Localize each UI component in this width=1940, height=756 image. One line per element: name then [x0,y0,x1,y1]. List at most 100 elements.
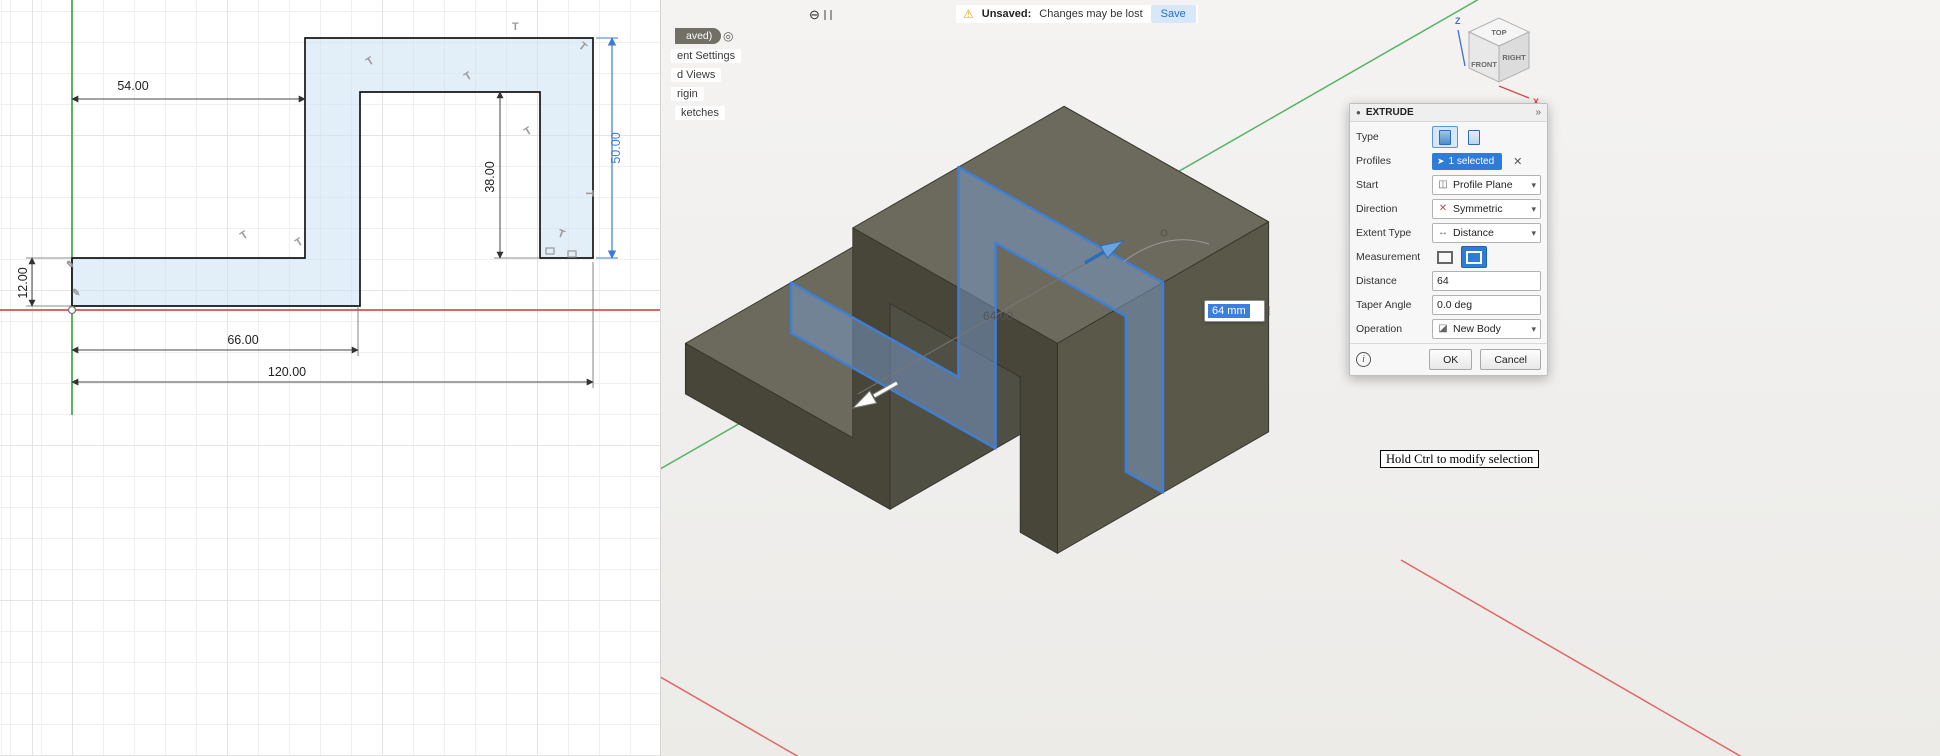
profiles-selected-chip[interactable]: ➤ 1 selected [1432,153,1502,170]
extrude-dialog-header[interactable]: ● EXTRUDE » [1350,104,1547,122]
sketch-edit-icon[interactable]: ✎ [66,260,74,271]
row-extent-type: Extent Type ↔ Distance ▾ [1356,221,1541,245]
sketch-edit-icon[interactable]: ✎ [72,288,80,299]
extrude-distance-label[interactable]: 64.00 [983,309,1013,323]
type-thin-extrude-button[interactable] [1461,126,1487,148]
dimension-label[interactable]: 38.00 [483,161,497,192]
chevron-down-icon: ▾ [1531,325,1536,334]
warning-message: Changes may be lost [1039,8,1142,20]
row-type: Type [1356,125,1541,149]
chevron-down-icon: ▾ [1531,229,1536,238]
browser-item-origin[interactable]: rigin [671,87,704,101]
info-icon[interactable]: i [1356,352,1371,367]
symmetric-icon: ✕ [1437,204,1449,214]
chevron-down-icon: ▾ [1531,181,1536,190]
save-button[interactable]: Save [1151,5,1196,23]
chevron-down-icon: ▾ [1531,205,1536,214]
distance-input-value[interactable]: 64 mm [1208,304,1250,318]
distance-input[interactable]: 64 mm [1204,300,1265,322]
toolbar-fragment[interactable]: ⊖ [809,7,832,23]
sketch-viewport[interactable]: 54.00 50.00 38.00 12.00 66.00 [0,0,660,756]
cancel-button[interactable]: Cancel [1480,349,1541,370]
input-grip-icon[interactable]: ⁞ [1268,305,1271,317]
browser-item-sketches[interactable]: ketches [675,106,725,120]
measurement-label: Measurement [1356,251,1432,263]
view-cube-x-axis [1499,86,1529,98]
row-distance: Distance 64 [1356,269,1541,293]
measurement-whole-button[interactable] [1461,246,1487,268]
row-taper-angle: Taper Angle 0.0 deg [1356,293,1541,317]
toolbar-divider [824,10,826,20]
dimension-right-height[interactable]: 50.00 [596,38,623,258]
profile-plane-icon: ◫ [1437,180,1449,190]
toolbar-divider [830,10,832,20]
operation-dropdown[interactable]: ◪ New Body ▾ [1432,319,1541,339]
browser-active-document[interactable]: aved) [675,28,721,44]
start-label: Start [1356,179,1432,191]
origin-point[interactable] [69,307,76,314]
extrude-thin-icon [1468,130,1480,145]
pointer-icon: ➤ [1437,157,1445,166]
dimension-label[interactable]: 50.00 [609,132,623,163]
perpendicular-constraint-icon[interactable]: T [583,190,595,197]
radio-icon[interactable]: ◎ [723,29,733,43]
measure-half-icon [1437,251,1453,264]
browser-item-document-settings[interactable]: ent Settings [671,49,741,63]
expand-panel-icon[interactable]: » [1535,107,1541,118]
type-extrude-button[interactable] [1432,126,1458,148]
new-body-icon: ◪ [1437,324,1449,334]
direction-value: Symmetric [1453,203,1527,215]
direction-label: Direction [1356,203,1432,215]
row-profiles: Profiles ➤ 1 selected ✕ [1356,149,1541,173]
view-cube-z-axis [1458,30,1465,66]
taper-angle-field[interactable]: 0.0 deg [1432,295,1541,315]
world-x-axis [661,660,811,756]
extrude-dialog[interactable]: ● EXTRUDE » Type Profiles ➤ 1 selected [1349,103,1548,376]
warning-title: Unsaved: [982,8,1032,20]
world-x-axis [1401,560,1761,756]
model-canvas: 64.00 [661,0,1940,756]
distance-label: Distance [1356,275,1432,287]
feature-dot-icon: ● [1356,109,1361,117]
distance-extent-icon: ↔ [1437,228,1449,238]
direction-dropdown[interactable]: ✕ Symmetric ▾ [1432,199,1541,219]
perpendicular-constraint-icon[interactable]: T [512,21,519,33]
measurement-half-button[interactable] [1432,246,1458,268]
view-cube[interactable]: TOP FRONT RIGHT Z X [1449,8,1549,108]
selection-hint: Hold Ctrl to modify selection [1380,450,1539,468]
dimension-label[interactable]: 66.00 [227,333,258,347]
dimension-label[interactable]: 120.00 [268,365,306,379]
distance-input-group[interactable]: 64 mm ⁞ [1204,300,1271,322]
unsaved-warning-bar: ⚠ Unsaved: Changes may be lost Save [956,5,1198,23]
view-cube-z-label: Z [1455,16,1461,26]
extent-type-label: Extent Type [1356,227,1432,239]
perpendicular-constraint-icon[interactable]: T [238,229,250,243]
start-value: Profile Plane [1453,179,1527,191]
profiles-label: Profiles [1356,155,1432,167]
row-measurement: Measurement [1356,245,1541,269]
extent-type-dropdown[interactable]: ↔ Distance ▾ [1432,223,1541,243]
operation-label: Operation [1356,323,1432,335]
view-cube-front-label: FRONT [1471,60,1497,69]
model-viewport[interactable]: 64.00 ⊖ ⚠ Unsaved: Changes may be lost S… [660,0,1940,756]
dimension-pocket-height[interactable]: 38.00 [483,92,540,258]
start-dropdown[interactable]: ◫ Profile Plane ▾ [1432,175,1541,195]
profiles-selected-count: 1 selected [1449,156,1495,167]
warning-icon: ⚠ [963,8,974,20]
browser-item-named-views[interactable]: d Views [671,68,721,82]
ok-button[interactable]: OK [1429,349,1472,370]
dimension-mid-width[interactable]: 66.00 [72,306,358,356]
perpendicular-constraint-icon[interactable]: T [293,236,305,250]
extrude-solid-icon [1439,130,1451,145]
row-start: Start ◫ Profile Plane ▾ [1356,173,1541,197]
clear-selection-icon[interactable]: ✕ [1513,155,1522,168]
view-cube-right-label: RIGHT [1502,53,1526,62]
perpendicular-constraint-icon[interactable]: T [522,125,534,139]
distance-field[interactable]: 64 [1432,271,1541,291]
dimension-label[interactable]: 54.00 [117,79,148,93]
dimension-top-width[interactable]: 54.00 [72,79,305,99]
sketch-profile[interactable] [72,38,593,306]
circle-minus-icon[interactable]: ⊖ [809,7,820,23]
dimension-base-height[interactable]: 12.00 [16,258,72,306]
dimension-label[interactable]: 12.00 [16,267,30,298]
